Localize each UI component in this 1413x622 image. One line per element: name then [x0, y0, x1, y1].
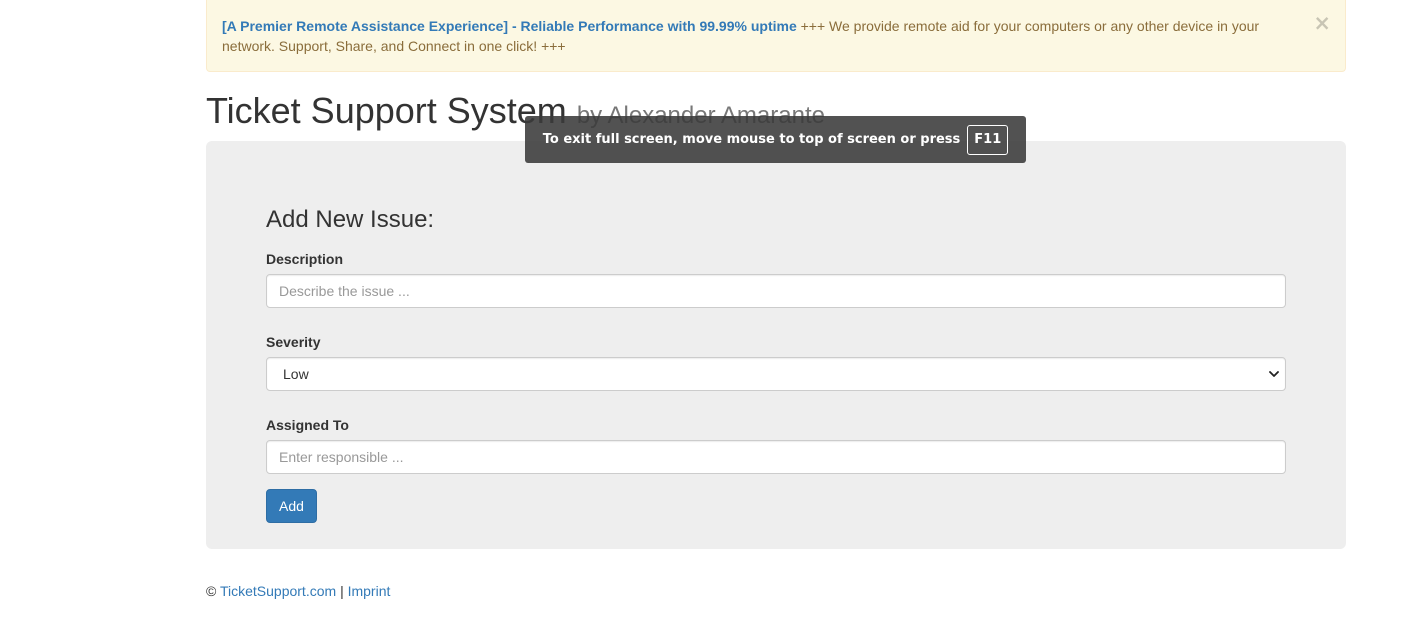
severity-group: Severity Low [266, 332, 1286, 391]
assigned-to-group: Assigned To [266, 415, 1286, 474]
severity-selected-value: Low [283, 366, 309, 382]
fullscreen-toast-message: To exit full screen, move mouse to top o… [542, 132, 961, 147]
promo-alert-link[interactable]: [A Premier Remote Assistance Experience]… [222, 18, 797, 34]
page-title-text: Ticket Support System [206, 90, 567, 131]
assigned-to-input[interactable] [266, 440, 1286, 474]
copyright-symbol: © [206, 583, 217, 599]
add-issue-form: Add New Issue: Description Severity Low … [266, 205, 1286, 523]
page: [A Premier Remote Assistance Experience]… [0, 0, 1413, 622]
add-button[interactable]: Add [266, 489, 317, 523]
footer: © TicketSupport.com | Imprint [206, 581, 390, 601]
footer-imprint-link[interactable]: Imprint [348, 583, 391, 599]
fullscreen-exit-toast: To exit full screen, move mouse to top o… [525, 116, 1026, 163]
description-input[interactable] [266, 274, 1286, 308]
f11-key-badge: F11 [967, 124, 1009, 155]
footer-separator: | [340, 583, 344, 599]
footer-site-link[interactable]: TicketSupport.com [220, 583, 336, 599]
severity-label: Severity [266, 334, 321, 350]
assigned-to-label: Assigned To [266, 417, 349, 433]
add-issue-panel: Add New Issue: Description Severity Low … [206, 141, 1346, 549]
description-group: Description [266, 249, 1286, 308]
description-label: Description [266, 251, 344, 267]
severity-select[interactable]: Low [266, 357, 1286, 391]
close-icon[interactable]: × [1313, 11, 1331, 35]
form-title: Add New Issue: [266, 206, 435, 233]
promo-alert: [A Premier Remote Assistance Experience]… [206, 0, 1346, 72]
chevron-down-icon [1269, 371, 1279, 377]
